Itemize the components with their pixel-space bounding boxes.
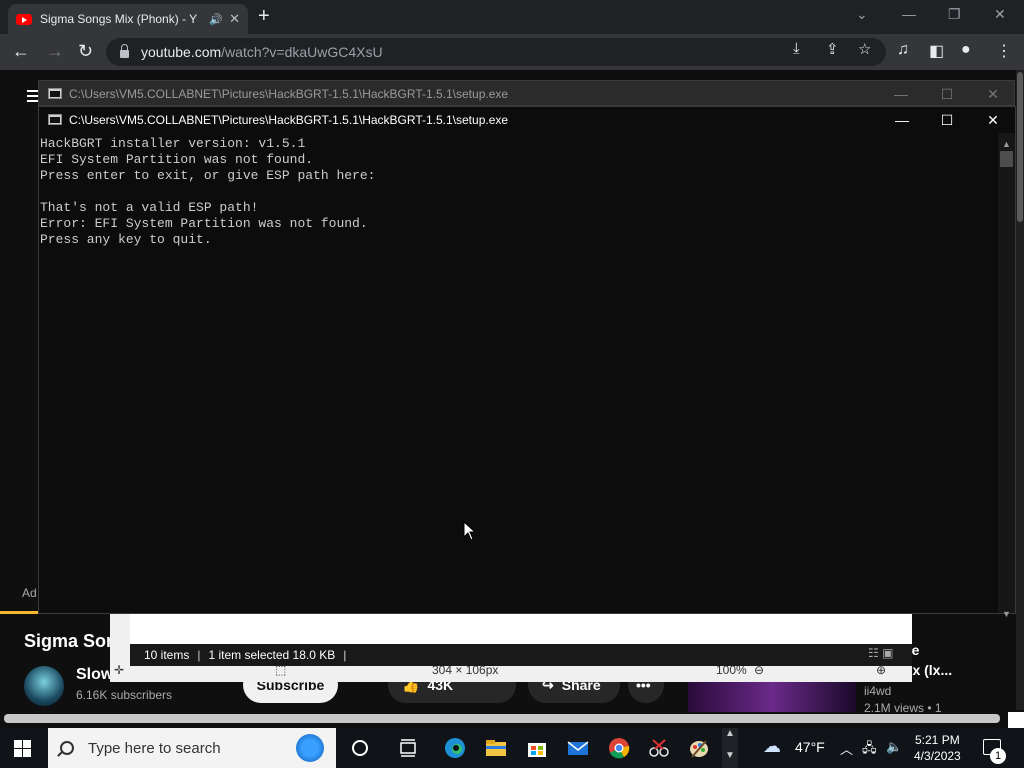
- network-icon[interactable]: 🖧: [862, 739, 877, 761]
- cortana-icon[interactable]: [349, 737, 371, 759]
- address-bar[interactable]: youtube.com/watch?v=dkaUwGC4XsU: [106, 38, 886, 66]
- browser-tab-bar: Sigma Songs Mix (Phonk) - Y 🔊 ✕ + ⌄ — ❐ …: [0, 0, 1024, 34]
- close-icon[interactable]: ✕: [983, 112, 1003, 129]
- close-icon[interactable]: ✕: [983, 86, 1003, 103]
- console-window-back[interactable]: C:\Users\VM5.COLLABNET\Pictures\HackBGRT…: [38, 80, 1015, 106]
- install-icon[interactable]: ⤓: [793, 40, 800, 57]
- windows-start-icon[interactable]: [14, 740, 32, 758]
- minimize-icon[interactable]: —: [892, 112, 912, 128]
- console-titlebar[interactable]: C:\Users\VM5.COLLABNET\Pictures\HackBGRT…: [39, 107, 1015, 133]
- paint-icon[interactable]: [688, 737, 710, 759]
- related-title-line-1: ive: [900, 640, 1020, 660]
- restore-icon[interactable]: ❐: [948, 6, 961, 23]
- share-icon[interactable]: ⇪: [826, 40, 839, 58]
- subscriber-count: 6.16K subscribers: [76, 688, 173, 702]
- related-video-channel: ii4wd: [864, 684, 892, 698]
- taskbar-overflow-scroll[interactable]: ▲ ▼: [722, 728, 738, 768]
- audio-playing-icon[interactable]: 🔊: [209, 13, 223, 26]
- youtube-icon: [16, 13, 32, 25]
- weather-cloud-icon[interactable]: ☁: [763, 736, 781, 757]
- console-icon: [48, 88, 62, 99]
- tab-title: Sigma Songs Mix (Phonk) - Y: [40, 12, 198, 26]
- url-path: /watch?v=dkaUwGC4XsU: [221, 44, 383, 60]
- media-control-icon[interactable]: ♫: [897, 41, 909, 59]
- forward-icon[interactable]: →: [46, 41, 64, 62]
- paint-canvas-area: [130, 614, 912, 644]
- task-view-icon[interactable]: [397, 737, 419, 759]
- channel-avatar[interactable]: [24, 666, 64, 706]
- status-separator: |: [343, 648, 347, 662]
- search-placeholder: Type here to search: [88, 739, 221, 757]
- minimize-icon[interactable]: —: [891, 86, 911, 102]
- related-video-thumbnail[interactable]: [688, 678, 856, 712]
- close-window-icon[interactable]: ✕: [994, 6, 1006, 23]
- clock[interactable]: 5:21 PM 4/3/2023: [914, 732, 961, 764]
- details-view-icon[interactable]: ☷ ▣: [868, 646, 893, 660]
- move-icon: ✛: [114, 663, 125, 677]
- clock-time: 5:21 PM: [915, 733, 960, 747]
- console-back-title: C:\Users\VM5.COLLABNET\Pictures\HackBGRT…: [69, 87, 509, 101]
- console-window[interactable]: C:\Users\VM5.COLLABNET\Pictures\HackBGRT…: [38, 106, 1016, 619]
- status-separator: |: [197, 648, 201, 662]
- scroll-corner: [1008, 712, 1024, 728]
- related-video-title[interactable]: ive nix (lx...: [900, 640, 1020, 680]
- profile-icon[interactable]: ●: [961, 41, 971, 59]
- related-video-views: 2.1M views • 1: [864, 701, 942, 715]
- mail-icon[interactable]: [567, 737, 589, 759]
- reload-icon[interactable]: ↻: [78, 41, 93, 62]
- browser-toolbar: ← → ↻ youtube.com/watch?v=dkaUwGC4XsU ⤓ …: [0, 34, 1024, 70]
- item-count: 10 items: [144, 648, 190, 662]
- channel-name[interactable]: Slow: [76, 666, 113, 684]
- temperature[interactable]: 47°F: [795, 739, 825, 755]
- store-icon[interactable]: [526, 737, 548, 759]
- console-icon: [48, 114, 62, 125]
- close-tab-icon[interactable]: ✕: [229, 11, 240, 27]
- chrome-icon[interactable]: [608, 737, 630, 759]
- tab-search-icon[interactable]: ⌄: [856, 6, 868, 23]
- console-title: C:\Users\VM5.COLLABNET\Pictures\HackBGRT…: [69, 113, 509, 127]
- search-icon: [60, 741, 74, 755]
- ad-label: Ad: [22, 586, 37, 600]
- snipping-tool-icon[interactable]: [648, 737, 670, 759]
- show-hidden-icons-icon[interactable]: ︿: [840, 739, 853, 758]
- edge-icon[interactable]: [444, 737, 466, 759]
- scroll-down-icon[interactable]: ▼: [1002, 609, 1011, 619]
- file-explorer-icon[interactable]: [485, 737, 507, 759]
- minimize-icon[interactable]: —: [902, 6, 916, 22]
- url-host: youtube.com: [141, 44, 222, 60]
- explorer-status-bar: 10 items | 1 item selected 18.0 KB |: [130, 644, 912, 666]
- back-icon[interactable]: ←: [12, 41, 30, 62]
- console-scrollbar-thumb[interactable]: [1000, 151, 1013, 167]
- new-tab-icon[interactable]: +: [258, 5, 270, 28]
- clock-date: 4/3/2023: [914, 749, 961, 763]
- video-title: Sigma Son: [24, 631, 118, 651]
- selection-info: 1 item selected 18.0 KB: [208, 648, 336, 662]
- side-panel-icon[interactable]: ◧: [929, 41, 944, 61]
- bing-icon[interactable]: [296, 734, 324, 762]
- ad-progress-bar: [0, 611, 38, 614]
- volume-icon[interactable]: 🔈: [886, 739, 902, 755]
- maximize-icon[interactable]: ☐: [937, 86, 957, 103]
- page-scrollbar-thumb[interactable]: [1017, 72, 1023, 222]
- maximize-icon[interactable]: ☐: [937, 112, 957, 129]
- menu-icon[interactable]: ⋮: [996, 41, 1012, 61]
- related-title-line-2: nix (lx...: [900, 662, 953, 678]
- taskbar: Type here to search ☁ 47°F ︿ 🖧 🔈 5:21 PM…: [0, 728, 1024, 768]
- console-scrollbar[interactable]: ▲ ▼: [998, 133, 1015, 619]
- browser-tab[interactable]: Sigma Songs Mix (Phonk) - Y 🔊 ✕: [8, 4, 248, 34]
- notification-badge: 1: [990, 748, 1006, 764]
- taskbar-search[interactable]: Type here to search: [48, 728, 336, 768]
- horizontal-scrollbar[interactable]: [4, 714, 1000, 723]
- console-output[interactable]: HackBGRT installer version: v1.5.1 EFI S…: [40, 136, 375, 248]
- lock-icon[interactable]: [120, 44, 129, 58]
- bookmark-star-icon[interactable]: ☆: [858, 40, 871, 58]
- scroll-up-icon[interactable]: ▲: [1002, 139, 1011, 149]
